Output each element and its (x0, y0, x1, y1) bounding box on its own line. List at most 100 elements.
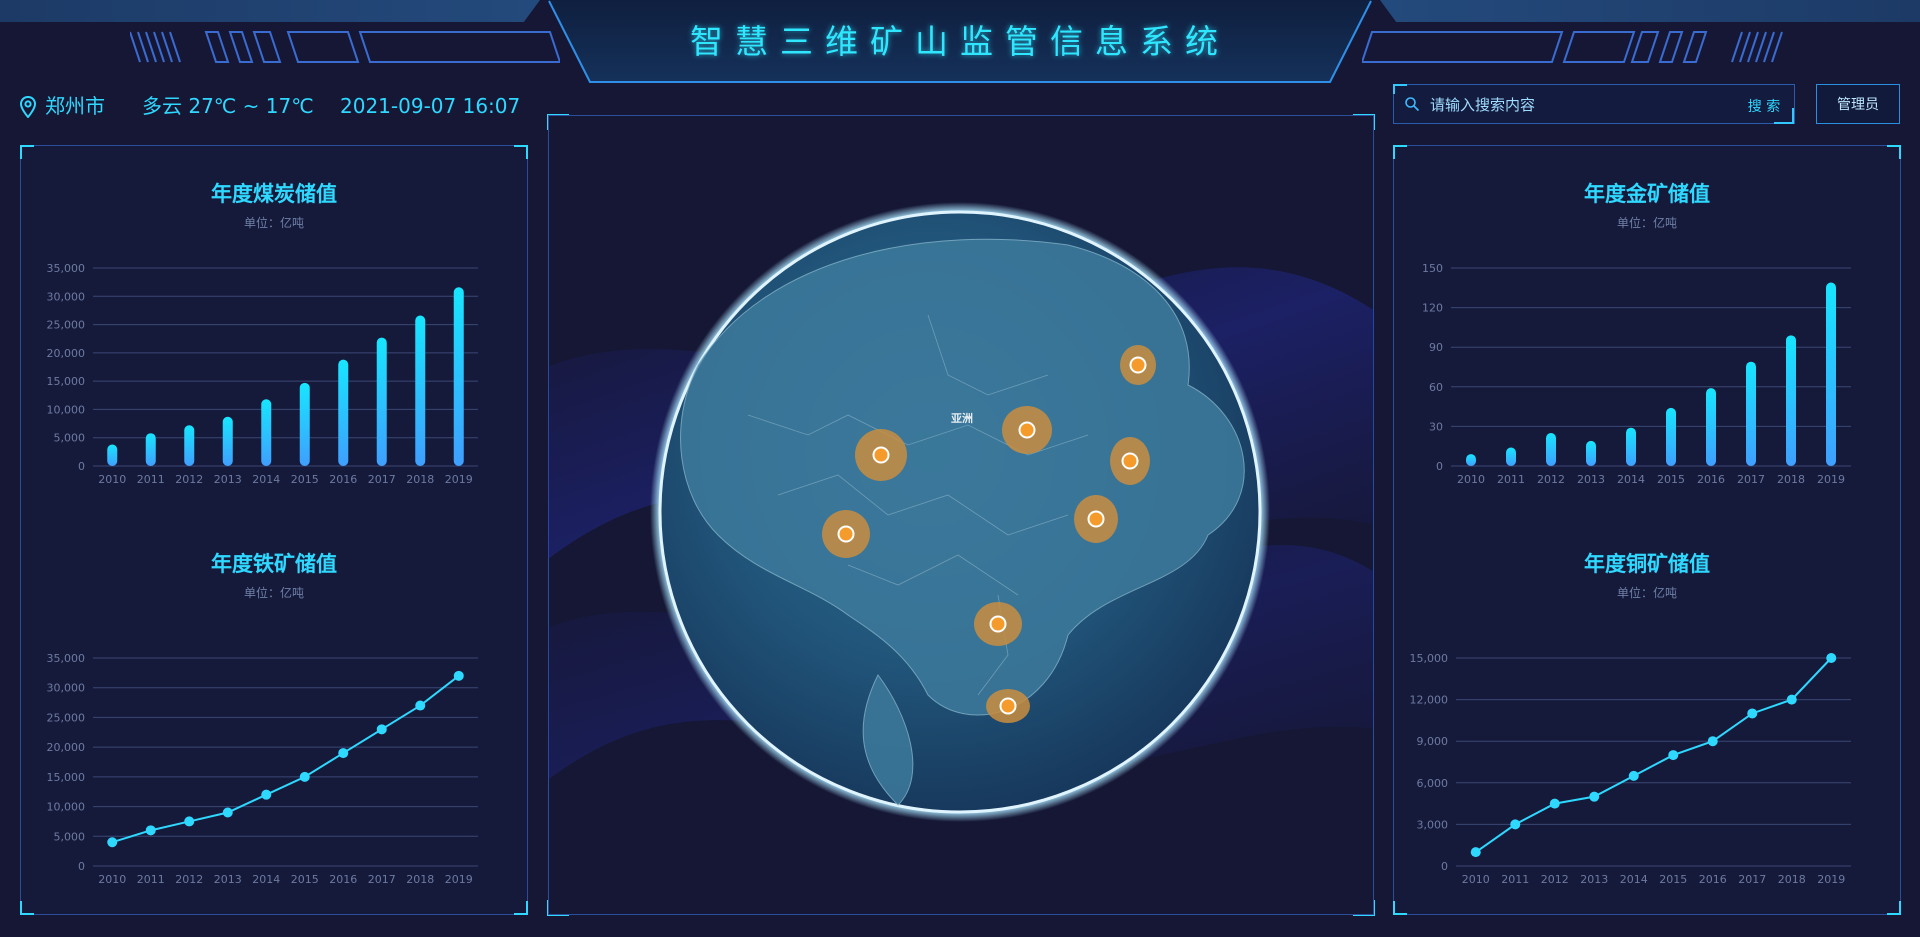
data-point[interactable] (299, 771, 310, 782)
header-deco-left (130, 30, 560, 64)
data-point[interactable] (1747, 708, 1758, 719)
admin-button[interactable]: 管理员 (1816, 84, 1900, 124)
search-input[interactable] (1430, 92, 1730, 118)
bar[interactable] (222, 416, 233, 466)
x-tick-label: 2010 (98, 473, 126, 486)
mine-marker[interactable] (1002, 406, 1052, 454)
y-tick-label: 10,000 (47, 801, 86, 814)
mine-marker[interactable] (1110, 437, 1150, 485)
x-tick-label: 2012 (1541, 873, 1569, 886)
series-line (1475, 657, 1832, 853)
x-tick-label: 2010 (1462, 873, 1490, 886)
data-point[interactable] (1510, 819, 1521, 830)
bar[interactable] (453, 287, 464, 466)
iron-chart-title: 年度铁矿储值 (211, 552, 337, 576)
bar[interactable] (1786, 335, 1796, 466)
y-tick-label: 60 (1429, 381, 1443, 394)
x-tick-label: 2018 (406, 473, 434, 486)
data-point[interactable] (1707, 736, 1718, 747)
copper-chart-title: 年度铜矿储值 (1584, 552, 1710, 576)
x-tick-label: 2016 (329, 473, 357, 486)
x-tick-label: 2017 (1737, 473, 1765, 486)
mine-marker[interactable] (822, 510, 870, 558)
data-point[interactable] (1826, 653, 1837, 663)
x-tick-label: 2012 (175, 873, 203, 886)
data-point[interactable] (1628, 770, 1639, 781)
data-point[interactable] (261, 789, 272, 800)
bar[interactable] (107, 444, 118, 466)
right-panel: 年度金矿储值 单位：亿吨 0 30 60 90 120 150 2010 2011 2012 20… (1393, 145, 1901, 915)
x-tick-label: 2015 (291, 873, 319, 886)
x-tick-label: 2012 (175, 473, 203, 486)
y-tick-label: 120 (1422, 302, 1443, 315)
bar[interactable] (338, 359, 349, 466)
data-point[interactable] (184, 816, 195, 827)
mine-marker[interactable] (855, 429, 907, 481)
bar[interactable] (1506, 447, 1516, 466)
left-panel: 年度煤炭储值 单位：亿吨 0 5,000 10,000 15,000 20,000 25,… (20, 145, 528, 915)
data-point[interactable] (1668, 750, 1679, 761)
data-point[interactable] (338, 748, 349, 759)
bar[interactable] (376, 337, 387, 466)
weather-text: 多云 27℃ ~ 17℃ (142, 94, 314, 118)
y-tick-label: 25,000 (47, 711, 86, 724)
iron-line-chart: 0 5,000 10,000 15,000 20,000 25,000 30,000 35,0… (47, 652, 478, 886)
bar[interactable] (1586, 440, 1596, 466)
bar[interactable] (1626, 427, 1636, 466)
x-tick-label: 2013 (1577, 473, 1605, 486)
y-tick-label: 35,000 (47, 262, 86, 275)
y-tick-label: 0 (1441, 860, 1448, 873)
data-point[interactable] (107, 837, 118, 848)
data-point[interactable] (222, 807, 233, 818)
x-tick-label: 2018 (1777, 473, 1805, 486)
y-tick-label: 3,000 (1417, 818, 1449, 831)
bar[interactable] (1546, 433, 1556, 466)
datetime-text: 2021-09-07 16:07 (340, 94, 521, 118)
y-tick-label: 15,000 (47, 771, 86, 784)
mine-marker[interactable] (974, 602, 1022, 646)
y-tick-label: 20,000 (47, 347, 86, 360)
globe-view[interactable]: 亚洲 (548, 115, 1374, 915)
x-tick-label: 2017 (368, 873, 396, 886)
bar[interactable] (1666, 407, 1676, 466)
gold-chart-title: 年度金矿储值 (1584, 182, 1710, 206)
data-point[interactable] (145, 825, 156, 836)
x-tick-label: 2013 (214, 873, 242, 886)
search-corner-deco (1393, 84, 1407, 94)
data-point[interactable] (1786, 694, 1797, 705)
x-tick-label: 2017 (1738, 873, 1766, 886)
bar[interactable] (415, 315, 426, 466)
x-tick-label: 2014 (1620, 873, 1648, 886)
x-tick-label: 2010 (1457, 473, 1485, 486)
data-point[interactable] (1549, 798, 1560, 809)
bar[interactable] (1826, 282, 1836, 466)
bar[interactable] (1746, 361, 1756, 466)
data-point[interactable] (1589, 791, 1600, 802)
coal-chart-unit: 单位：亿吨 (243, 216, 304, 230)
x-tick-label: 2015 (1657, 473, 1685, 486)
bar[interactable] (261, 399, 272, 466)
x-tick-label: 2019 (1817, 473, 1845, 486)
x-tick-label: 2015 (1659, 873, 1687, 886)
y-tick-label: 150 (1422, 262, 1443, 275)
y-tick-label: 30,000 (47, 682, 86, 695)
mine-marker[interactable] (1120, 345, 1156, 385)
copper-line-chart: 0 3,000 6,000 9,000 12,000 15,000 2010 2011 2012… (1410, 652, 1851, 886)
x-tick-label: 2011 (1501, 873, 1529, 886)
search-button[interactable]: 搜 索 (1738, 94, 1790, 118)
data-point[interactable] (376, 724, 387, 735)
bar[interactable] (299, 382, 310, 466)
data-point[interactable] (415, 700, 426, 711)
x-tick-label: 2011 (137, 873, 165, 886)
y-tick-label: 30 (1429, 420, 1443, 433)
data-point[interactable] (453, 670, 464, 681)
bar[interactable] (1466, 454, 1476, 466)
bar[interactable] (1706, 388, 1716, 466)
y-tick-label: 5,000 (54, 432, 86, 445)
x-tick-label: 2018 (406, 873, 434, 886)
data-point[interactable] (1470, 847, 1481, 858)
bar[interactable] (184, 425, 195, 466)
mine-marker[interactable] (986, 689, 1030, 723)
bar[interactable] (145, 433, 156, 466)
mine-marker[interactable] (1074, 495, 1118, 543)
